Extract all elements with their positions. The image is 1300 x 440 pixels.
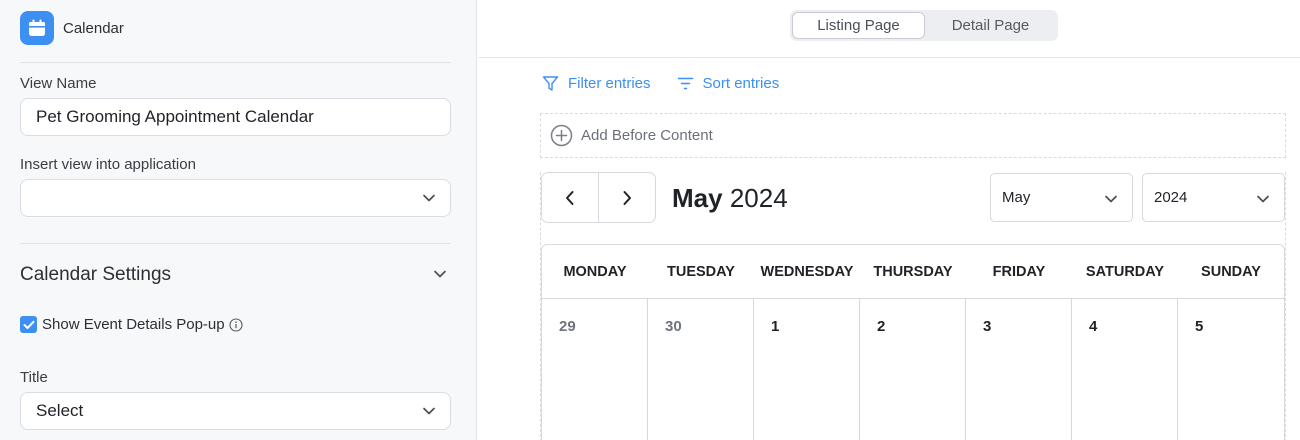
weekday-wednesday: WEDNESDAY xyxy=(760,263,854,280)
day-cell[interactable]: 1 xyxy=(754,299,860,440)
divider xyxy=(20,62,451,63)
month-nav xyxy=(541,172,656,223)
month-select[interactable]: May xyxy=(990,173,1133,222)
weekday-header: MONDAY TUESDAY WEDNESDAY THURSDAY FRIDAY… xyxy=(542,245,1284,299)
next-month-button[interactable] xyxy=(599,173,656,222)
insert-view-select[interactable] xyxy=(20,179,451,217)
calendar-view: May 2024 May 2024 MONDAY TUESDAY WEDNESD… xyxy=(540,172,1286,440)
chevron-down-icon xyxy=(423,407,435,415)
day-cell[interactable]: 4 xyxy=(1072,299,1178,440)
calendar-settings-title: Calendar Settings xyxy=(20,264,172,285)
calendar-icon xyxy=(20,11,54,45)
divider xyxy=(20,243,451,244)
chevron-down-icon xyxy=(1105,195,1117,203)
filter-entries-button[interactable]: Filter entries xyxy=(542,75,651,92)
filter-icon xyxy=(542,76,559,91)
title-label: Title xyxy=(20,369,48,386)
day-cell[interactable]: 30 xyxy=(648,299,754,440)
insert-view-label: Insert view into application xyxy=(20,156,196,173)
month-title: May 2024 xyxy=(672,183,788,214)
weekday-monday: MONDAY xyxy=(563,263,627,280)
chevron-down-icon xyxy=(423,194,435,202)
checkmark-icon xyxy=(23,320,34,329)
list-toolbar: Filter entries Sort entries xyxy=(542,75,805,92)
day-cell[interactable]: 5 xyxy=(1178,299,1284,440)
weekday-tuesday: TUESDAY xyxy=(667,263,735,280)
tab-detail-page[interactable]: Detail Page xyxy=(925,12,1056,39)
preview-area: Listing Page Detail Page Filter entries … xyxy=(478,0,1300,440)
day-cell[interactable]: 3 xyxy=(966,299,1072,440)
weekday-friday: FRIDAY xyxy=(992,263,1046,280)
prev-month-button[interactable] xyxy=(542,173,599,222)
plus-circle-icon xyxy=(550,124,573,147)
settings-sidebar: Calendar View Name Insert view into appl… xyxy=(0,0,477,440)
info-icon[interactable] xyxy=(229,317,243,332)
month-name: May xyxy=(672,183,723,213)
week-row: 29 30 1 2 3 4 5 xyxy=(542,299,1284,440)
filter-entries-label: Filter entries xyxy=(568,75,651,92)
show-popup-label: Show Event Details Pop-up xyxy=(42,316,225,333)
page-toggle: Listing Page Detail Page xyxy=(790,10,1058,41)
chevron-down-icon xyxy=(1257,195,1269,203)
top-bar: Listing Page Detail Page xyxy=(478,0,1300,58)
chevron-down-icon[interactable] xyxy=(433,269,447,279)
day-cell[interactable]: 29 xyxy=(542,299,648,440)
weekday-saturday: SATURDAY xyxy=(1085,263,1165,280)
year: 2024 xyxy=(729,183,788,213)
add-before-content-label: Add Before Content xyxy=(581,127,713,144)
show-popup-checkbox[interactable] xyxy=(20,316,37,333)
add-before-content-button[interactable]: Add Before Content xyxy=(540,113,1286,158)
chevron-right-icon xyxy=(623,190,631,205)
show-popup-option[interactable]: Show Event Details Pop-up xyxy=(20,316,243,333)
chevron-left-icon xyxy=(565,190,574,205)
sort-entries-label: Sort entries xyxy=(702,75,780,92)
day-cell[interactable]: 2 xyxy=(860,299,966,440)
sort-icon xyxy=(677,77,693,90)
month-select-value: May xyxy=(1002,189,1031,206)
sort-entries-button[interactable]: Sort entries xyxy=(677,75,780,92)
view-name-label: View Name xyxy=(20,75,97,92)
weekday-sunday: SUNDAY xyxy=(1201,263,1261,280)
year-select-value: 2024 xyxy=(1154,189,1188,206)
weekday-thursday: THURSDAY xyxy=(873,263,953,280)
calendar-grid: MONDAY TUESDAY WEDNESDAY THURSDAY FRIDAY… xyxy=(541,244,1285,440)
year-select[interactable]: 2024 xyxy=(1142,173,1285,222)
app-name: Calendar xyxy=(63,19,124,37)
app-header: Calendar xyxy=(20,11,124,45)
tab-listing-page[interactable]: Listing Page xyxy=(792,12,925,39)
title-select-value: Select xyxy=(36,401,84,420)
view-name-input[interactable] xyxy=(20,98,451,136)
title-select[interactable]: Select xyxy=(20,392,451,430)
